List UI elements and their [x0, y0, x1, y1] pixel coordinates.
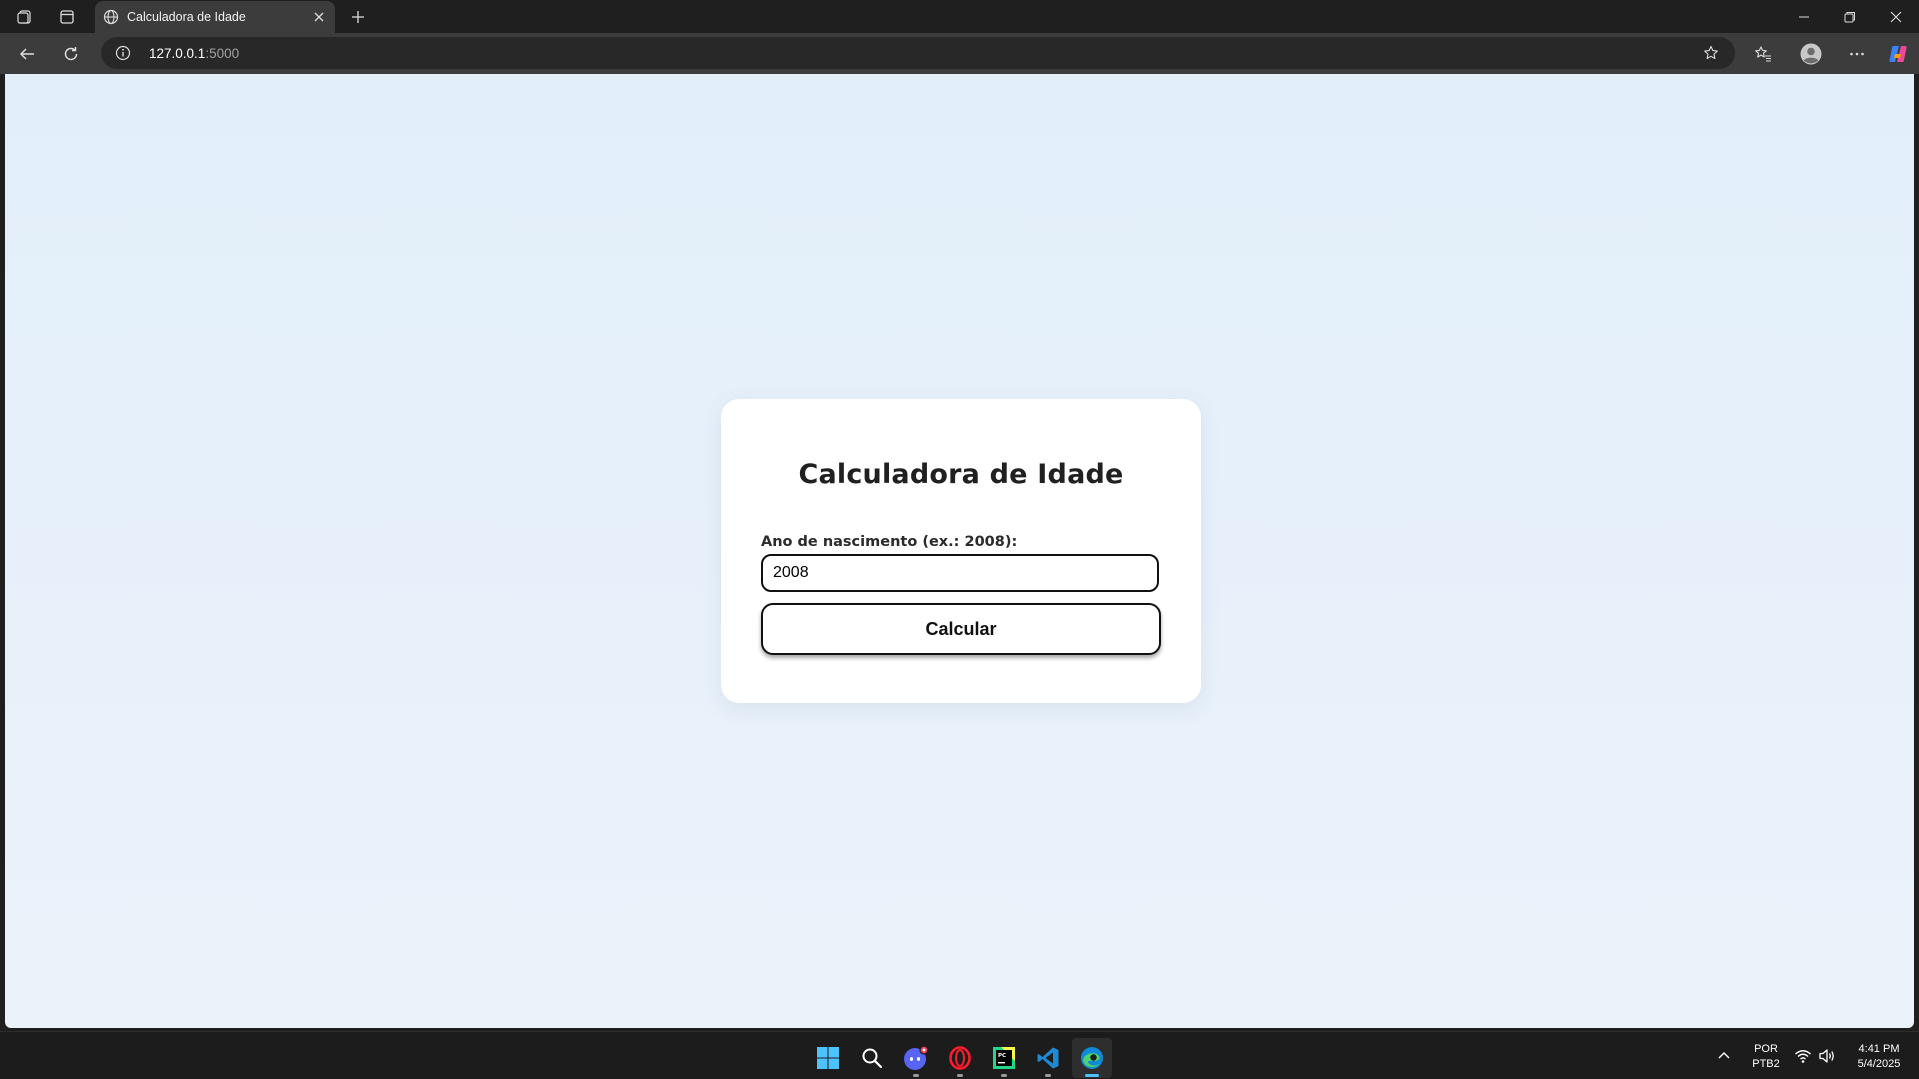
page-title: Calculadora de Idade	[798, 459, 1124, 490]
taskbar-app-edge[interactable]	[1072, 1038, 1112, 1078]
system-clock[interactable]: 4:41 PM 5/4/2025	[1844, 1042, 1914, 1072]
keyboard-layout: PTB2	[1752, 1058, 1780, 1070]
wifi-icon[interactable]	[1794, 1047, 1812, 1065]
language-code: POR	[1754, 1043, 1778, 1055]
svg-text:PC: PC	[998, 1053, 1006, 1059]
clock-time: 4:41 PM	[1858, 1043, 1900, 1055]
running-indicator	[957, 1074, 963, 1077]
url-text: 127.0.0.1:5000	[149, 46, 240, 61]
restore-button[interactable]	[1827, 0, 1873, 33]
avatar-icon	[1800, 43, 1822, 65]
info-icon[interactable]	[115, 45, 131, 61]
active-indicator	[1085, 1074, 1099, 1077]
vscode-icon	[1037, 1047, 1059, 1069]
tab-title: Calculadora de Idade	[127, 10, 246, 24]
globe-icon	[103, 9, 119, 25]
running-indicator	[1001, 1074, 1007, 1077]
copilot-button[interactable]	[1882, 38, 1914, 70]
favorites-button[interactable]	[1747, 38, 1779, 70]
minimize-button[interactable]	[1781, 0, 1827, 33]
taskbar-search-button[interactable]	[852, 1038, 892, 1078]
arrow-left-icon	[19, 48, 34, 60]
taskbar-app-opera[interactable]	[940, 1038, 980, 1078]
taskbar-app-discord[interactable]	[896, 1038, 936, 1078]
calculator-card: Calculadora de Idade Ano de nascimento (…	[721, 399, 1201, 703]
active-tab[interactable]: Calculadora de Idade	[95, 1, 335, 33]
tab-actions-icon[interactable]	[52, 2, 82, 32]
workspaces-icon[interactable]	[10, 2, 40, 32]
restore-icon	[1844, 11, 1855, 22]
minimize-icon	[1799, 16, 1809, 17]
address-bar[interactable]: 127.0.0.1:5000	[101, 37, 1735, 69]
calculate-button[interactable]: Calcular	[761, 603, 1161, 655]
start-button[interactable]	[808, 1038, 848, 1078]
windows-taskbar: PC POR PTB2 4:41 PM 5/4/2025	[0, 1031, 1919, 1079]
back-button[interactable]	[11, 38, 43, 70]
close-tab-icon[interactable]	[311, 9, 327, 25]
discord-icon	[904, 1045, 929, 1070]
birth-year-input[interactable]	[761, 554, 1159, 592]
favorite-star-icon[interactable]	[1703, 45, 1719, 61]
birth-year-label: Ano de nascimento (ex.: 2008):	[761, 534, 1018, 550]
refresh-icon	[64, 47, 78, 61]
copilot-icon	[1889, 46, 1907, 62]
running-indicator	[1045, 1074, 1051, 1077]
pycharm-icon: PC	[993, 1047, 1015, 1069]
taskbar-app-vscode[interactable]	[1028, 1038, 1068, 1078]
chevron-up-icon[interactable]	[1716, 1048, 1732, 1064]
windows-logo-icon	[817, 1047, 839, 1069]
opera-icon	[949, 1046, 971, 1070]
favorites-list-icon	[1755, 46, 1771, 62]
more-dots-icon	[1850, 52, 1864, 56]
refresh-button[interactable]	[55, 38, 87, 70]
volume-icon[interactable]	[1818, 1047, 1836, 1065]
browser-toolbar: 127.0.0.1:5000	[0, 33, 1919, 74]
edge-icon	[1081, 1047, 1103, 1069]
browser-tab-bar: Calculadora de Idade	[0, 0, 1919, 33]
taskbar-app-pycharm[interactable]: PC	[984, 1038, 1024, 1078]
page-viewport: Calculadora de Idade Ano de nascimento (…	[5, 74, 1914, 1028]
close-window-button[interactable]	[1873, 0, 1919, 33]
input-language[interactable]: POR PTB2	[1746, 1042, 1786, 1072]
plus-icon	[352, 11, 364, 23]
clock-date: 5/4/2025	[1857, 1058, 1901, 1070]
profile-button[interactable]	[1795, 38, 1827, 70]
new-tab-button[interactable]	[343, 2, 373, 32]
search-icon	[862, 1048, 883, 1069]
running-indicator	[913, 1074, 919, 1077]
settings-more-button[interactable]	[1841, 38, 1873, 70]
close-icon	[1890, 11, 1902, 22]
